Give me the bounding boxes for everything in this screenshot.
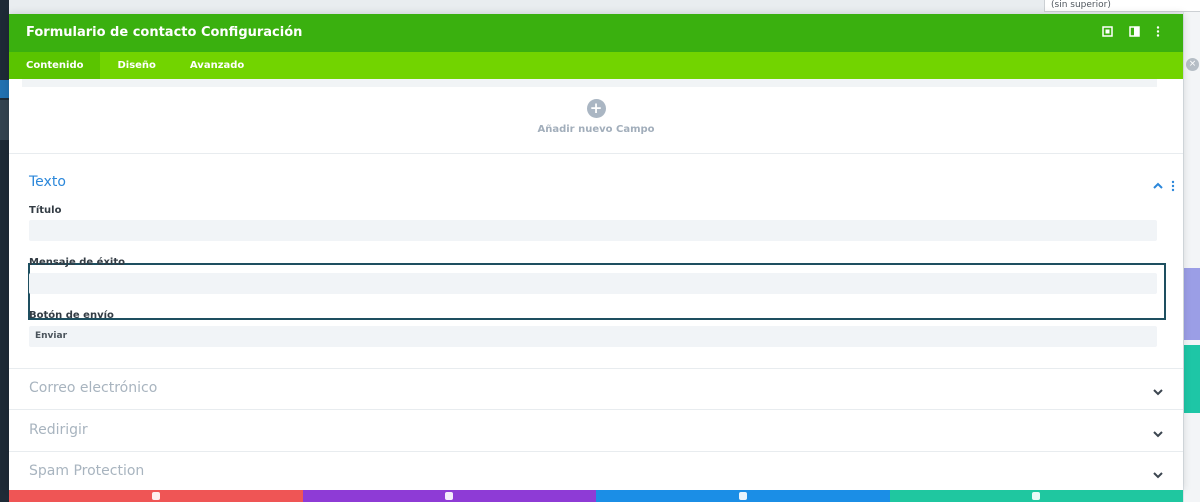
boton-envio-input[interactable]: Enviar	[29, 326, 1157, 347]
background-panel: (sin superior) ×	[1044, 0, 1200, 502]
background-block-purple	[1184, 268, 1200, 340]
sidebar-active-item	[0, 80, 9, 98]
modal-title: Formulario de contacto Configuración	[26, 25, 303, 40]
section-title-texto[interactable]: Texto	[29, 174, 66, 190]
chevron-down-icon[interactable]	[1152, 466, 1164, 479]
settings-modal: Formulario de contacto Configuración Con…	[9, 14, 1183, 490]
sidebar-item	[0, 100, 9, 140]
tab-diseno[interactable]: Diseño	[100, 52, 172, 79]
field-label-boton-envio: Botón de envío	[29, 310, 114, 321]
tab-avanzado[interactable]: Avanzado	[173, 52, 261, 79]
chevron-down-icon[interactable]	[1152, 383, 1164, 396]
section-title-redirigir[interactable]: Redirigir	[29, 422, 88, 438]
parent-dropdown[interactable]: (sin superior)	[1044, 0, 1200, 12]
close-icon[interactable]: ×	[1186, 58, 1199, 71]
previous-field-row	[22, 79, 1157, 87]
section-title-correo[interactable]: Correo electrónico	[29, 380, 157, 396]
field-label-mensaje-exito: Mensaje de éxito	[29, 257, 125, 268]
undo-button[interactable]	[302, 490, 596, 502]
header-actions	[1102, 26, 1169, 39]
divider	[9, 153, 1183, 154]
expand-icon[interactable]	[1102, 26, 1115, 39]
add-field-label[interactable]: Añadir nuevo Campo	[9, 124, 1183, 135]
modal-tabs: Contenido Diseño Avanzado	[9, 52, 1183, 79]
section-options-icon[interactable]	[1171, 177, 1177, 192]
divider	[9, 368, 1183, 369]
modal-header[interactable]: Formulario de contacto Configuración	[9, 14, 1183, 52]
plus-icon[interactable]: +	[586, 99, 606, 118]
tab-contenido[interactable]: Contenido	[9, 52, 101, 79]
field-label-titulo: Título	[29, 205, 62, 216]
divider	[9, 451, 1183, 452]
columns-icon[interactable]	[1129, 26, 1142, 39]
save-button[interactable]	[889, 490, 1183, 502]
chevron-down-icon[interactable]	[1152, 425, 1164, 438]
discard-button[interactable]	[9, 490, 303, 502]
background-block-teal	[1184, 345, 1200, 413]
undo-icon	[445, 492, 454, 500]
section-title-spam[interactable]: Spam Protection	[29, 463, 144, 479]
add-field-area: + Añadir nuevo Campo	[9, 99, 1183, 135]
modal-content: + Añadir nuevo Campo Texto Título Mensaj…	[9, 79, 1183, 490]
redo-icon	[738, 492, 747, 500]
more-options-icon[interactable]	[1156, 26, 1169, 39]
divider	[9, 409, 1183, 410]
mensaje-exito-input[interactable]	[29, 273, 1157, 294]
redo-button[interactable]	[596, 490, 890, 502]
modal-action-bar	[9, 490, 1183, 502]
chevron-up-icon[interactable]	[1152, 177, 1164, 189]
close-icon	[151, 492, 160, 500]
wp-admin-sidebar	[0, 0, 9, 502]
check-icon	[1032, 492, 1041, 500]
titulo-input[interactable]	[29, 220, 1157, 241]
